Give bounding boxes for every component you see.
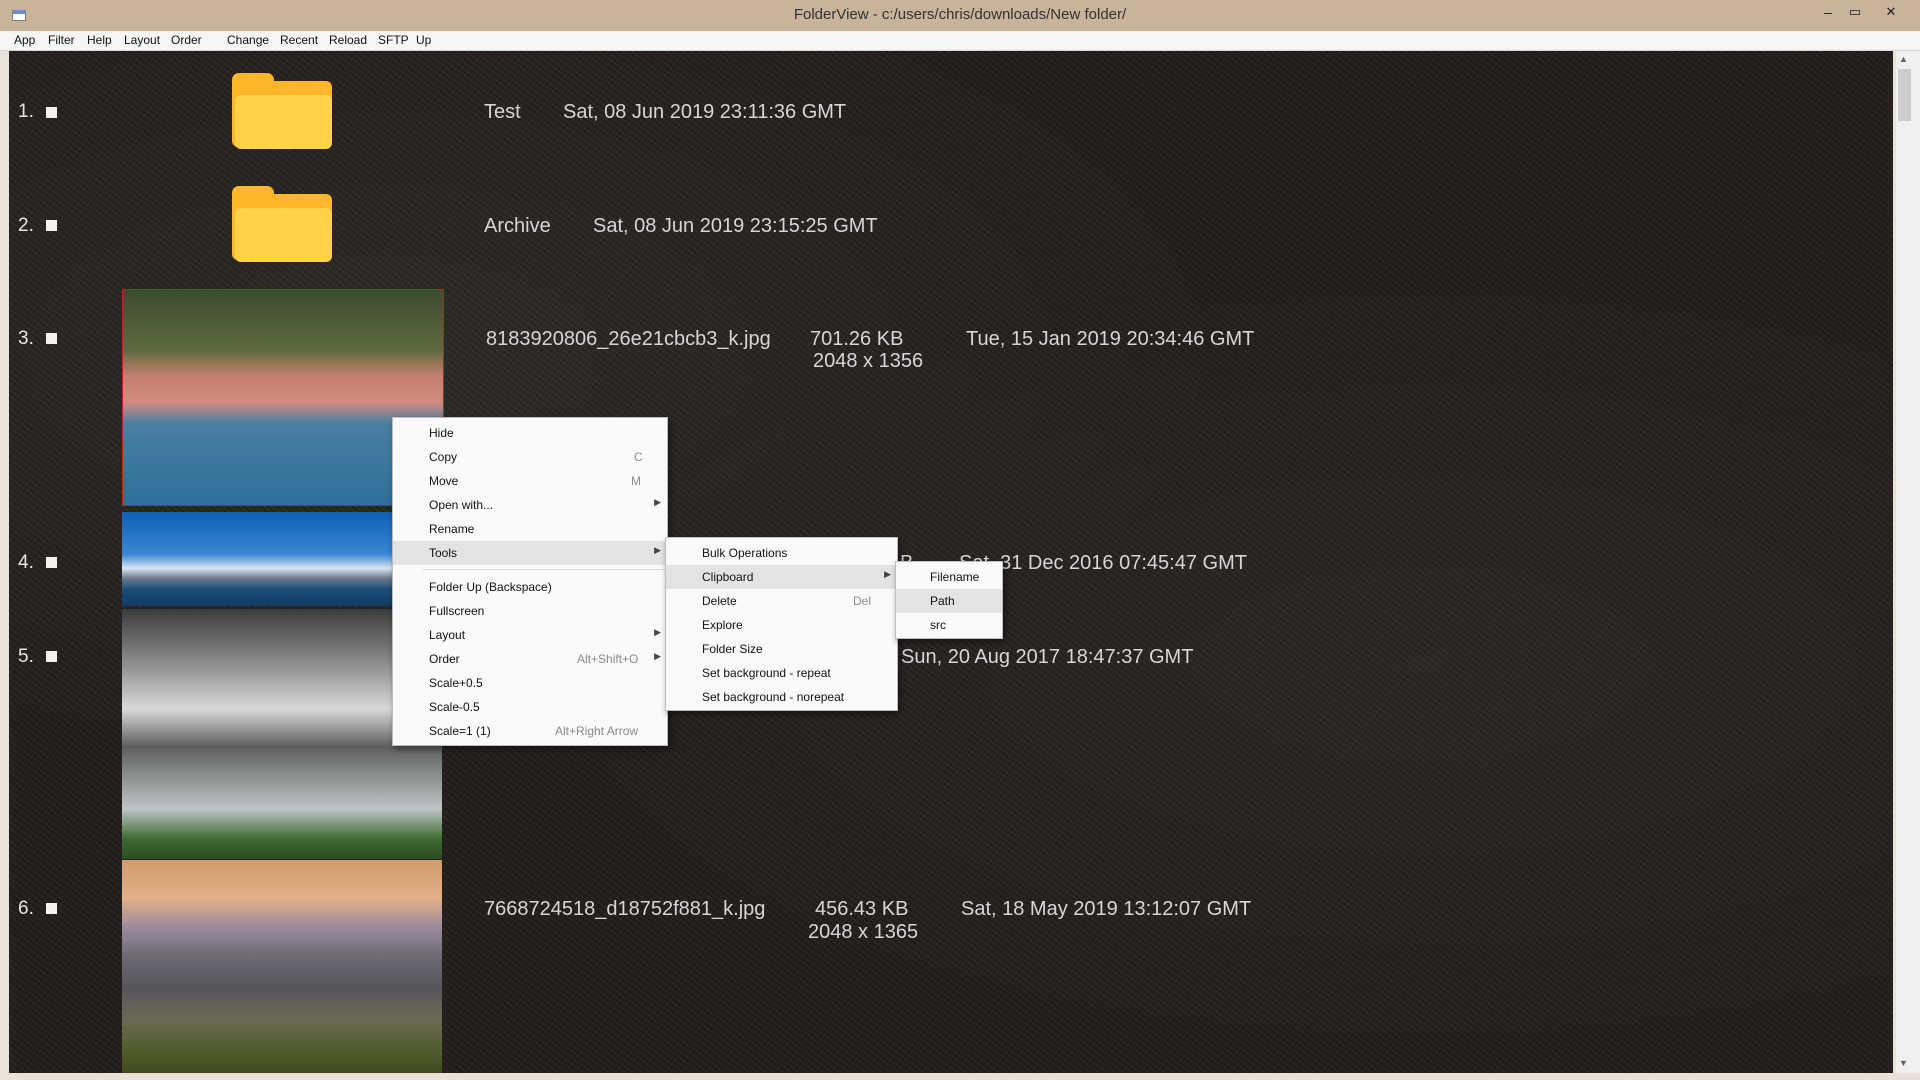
submenu-arrow-icon: ▶ [884,569,891,579]
file-size: 701.26 KB [810,328,904,350]
menu-app[interactable]: App [14,33,35,47]
menu-filter[interactable]: Filter [48,33,75,47]
menu-item-fullscreen[interactable]: Fullscreen [393,599,667,623]
menu-item-order[interactable]: Order Alt+Shift+O ▶ [393,647,667,671]
row-checkbox[interactable] [46,333,57,344]
window-title: FolderView - c:/users/chris/downloads/Ne… [793,6,1127,23]
menu-up[interactable]: Up [416,33,431,47]
file-date: Sun, 20 Aug 2017 18:47:37 GMT [901,646,1194,668]
menu-recent[interactable]: Recent [280,33,318,47]
menu-item-scale-plus[interactable]: Scale+0.5 [393,671,667,695]
scroll-down-icon[interactable]: ▼ [1899,1058,1908,1068]
minimize-button[interactable]: – [1814,2,1842,22]
submenu-arrow-icon: ▶ [654,627,661,637]
file-size: 456.43 KB [815,898,909,920]
menu-item-folder-up[interactable]: Folder Up (Backspace) [393,575,667,599]
menu-item-hide[interactable]: Hide [393,421,667,445]
tools-submenu: Bulk Operations Clipboard ▶ Delete Del Exp… [665,537,898,711]
scroll-thumb[interactable] [1898,69,1911,121]
menu-separator [423,569,665,570]
row-number: 1. [18,101,34,122]
row-checkbox[interactable] [46,903,57,914]
file-name[interactable]: Archive [484,215,551,238]
window-border-left [0,51,9,1073]
close-button[interactable]: ✕ [1877,2,1905,22]
image-dimensions: 2048 x 1356 [813,350,924,372]
row-number: 3. [18,328,34,349]
file-date: Sat, 08 Jun 2019 23:15:25 GMT [593,215,878,237]
row-checkbox[interactable] [46,557,57,568]
row-number: 2. [18,215,34,236]
image-dimensions: 2048 x 1365 [808,921,919,943]
menu-item-folder-size[interactable]: Folder Size [666,637,897,661]
window-border-bottom [0,1073,1920,1080]
menu-item-background-norepeat[interactable]: Set background - norepeat [666,685,897,709]
menu-item-scale-minus[interactable]: Scale-0.5 [393,695,667,719]
menu-sftp[interactable]: SFTP [378,33,409,47]
menu-help[interactable]: Help [87,33,112,47]
menu-item-explore[interactable]: Explore [666,613,897,637]
menu-item-src[interactable]: src [896,613,1002,637]
menu-order[interactable]: Order [171,33,202,47]
folder-icon[interactable] [232,186,332,262]
menu-change[interactable]: Change [227,33,269,47]
row-checkbox[interactable] [46,220,57,231]
folder-icon[interactable] [232,73,332,149]
menu-item-bulk-operations[interactable]: Bulk Operations [666,541,897,565]
row-number: 4. [18,552,34,573]
context-menu: Hide Copy C Move M Open with... ▶ Rename To… [392,417,668,746]
menu-item-clipboard[interactable]: Clipboard ▶ [666,565,897,589]
vertical-scrollbar[interactable]: ▲ ▼ [1896,51,1920,1073]
menu-item-path[interactable]: Path [896,589,1002,613]
maximize-button[interactable]: ▭ [1841,2,1869,22]
row-checkbox[interactable] [46,107,57,118]
menu-item-delete[interactable]: Delete Del [666,589,897,613]
menu-item-filename[interactable]: Filename [896,565,1002,589]
menu-reload[interactable]: Reload [329,33,367,47]
submenu-arrow-icon: ▶ [654,651,661,661]
menu-bar: App Filter Help Layout Order Change Rece… [0,31,1920,51]
menu-item-move[interactable]: Move M [393,469,667,493]
menu-layout[interactable]: Layout [124,33,160,47]
file-date: Sat, 08 Jun 2019 23:11:36 GMT [563,101,847,123]
menu-item-rename[interactable]: Rename [393,517,667,541]
file-name[interactable]: Test [484,101,521,124]
submenu-arrow-icon: ▶ [654,545,661,555]
row-number: 5. [18,646,34,667]
menu-item-open-with[interactable]: Open with... ▶ [393,493,667,517]
menu-item-copy[interactable]: Copy C [393,445,667,469]
file-name[interactable]: 8183920806_26e21cbcb3_k.jpg [486,328,771,351]
file-name[interactable]: 7668724518_d18752f881_k.jpg [484,898,765,921]
file-date: Sat, 18 May 2019 13:12:07 GMT [961,898,1252,920]
menu-item-layout[interactable]: Layout ▶ [393,623,667,647]
title-bar: FolderView - c:/users/chris/downloads/Ne… [0,0,1920,32]
row-number: 6. [18,898,34,919]
menu-item-scale-reset[interactable]: Scale=1 (1) Alt+Right Arrow [393,719,667,743]
clipboard-submenu: Filename Path src [895,561,1003,639]
menu-item-background-repeat[interactable]: Set background - repeat [666,661,897,685]
file-date: Tue, 15 Jan 2019 20:34:46 GMT [966,328,1255,350]
scroll-up-icon[interactable]: ▲ [1899,54,1908,64]
row-checkbox[interactable] [46,651,57,662]
image-thumbnail[interactable] [122,860,442,1073]
submenu-arrow-icon: ▶ [654,497,661,507]
menu-item-tools[interactable]: Tools ▶ [393,541,667,565]
